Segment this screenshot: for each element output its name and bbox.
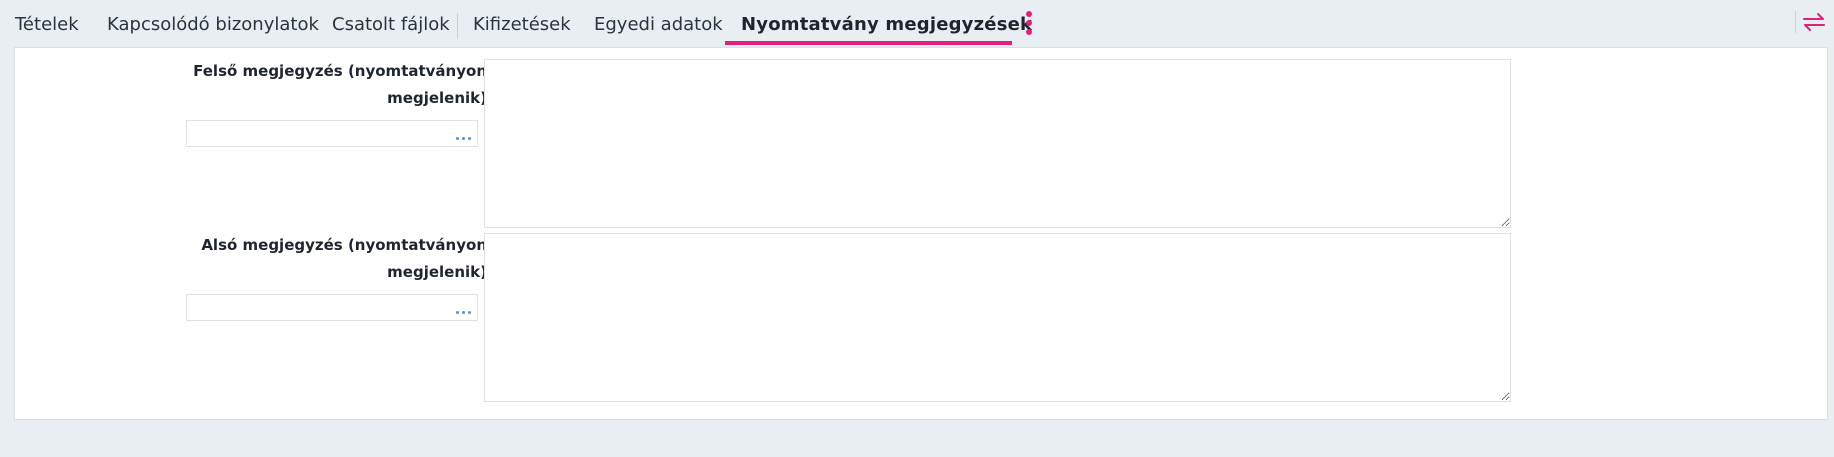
upper-note-textarea[interactable]: [484, 59, 1511, 228]
ellipsis-icon[interactable]: [456, 137, 474, 141]
tab-csatolt-fajlok[interactable]: Csatolt fájlok: [332, 14, 450, 36]
tab-bar: Tételek Kapcsolódó bizonylatok Csatolt f…: [0, 0, 1834, 47]
tab-kapcsolodo-bizonylatok[interactable]: Kapcsolódó bizonylatok: [107, 14, 319, 36]
ellipsis-icon[interactable]: [456, 311, 474, 315]
active-tab-indicator: [725, 41, 1012, 45]
toolbar-divider: [1795, 11, 1796, 33]
tab-nyomtatvany-megjegyzesek[interactable]: Nyomtatvány megjegyzések: [741, 14, 1032, 36]
lower-note-label: Alsó megjegyzés (nyomtatványon megjeleni…: [201, 236, 487, 281]
tab-tetelek[interactable]: Tételek: [15, 14, 79, 36]
tab-kifizetesek[interactable]: Kifizetések: [473, 14, 571, 36]
upper-note-label: Felső megjegyzés (nyomtatványon megjelen…: [193, 62, 487, 107]
tab-divider: [457, 13, 458, 39]
more-tabs-icon[interactable]: [1023, 10, 1035, 36]
notes-panel: Felső megjegyzés (nyomtatványon megjelen…: [14, 47, 1828, 420]
tab-egyedi-adatok[interactable]: Egyedi adatok: [594, 14, 723, 36]
lower-note-template-field[interactable]: [186, 294, 478, 321]
swap-arrows-icon[interactable]: [1800, 10, 1828, 34]
upper-note-template-field[interactable]: [186, 120, 478, 147]
lower-note-textarea[interactable]: [484, 233, 1511, 402]
